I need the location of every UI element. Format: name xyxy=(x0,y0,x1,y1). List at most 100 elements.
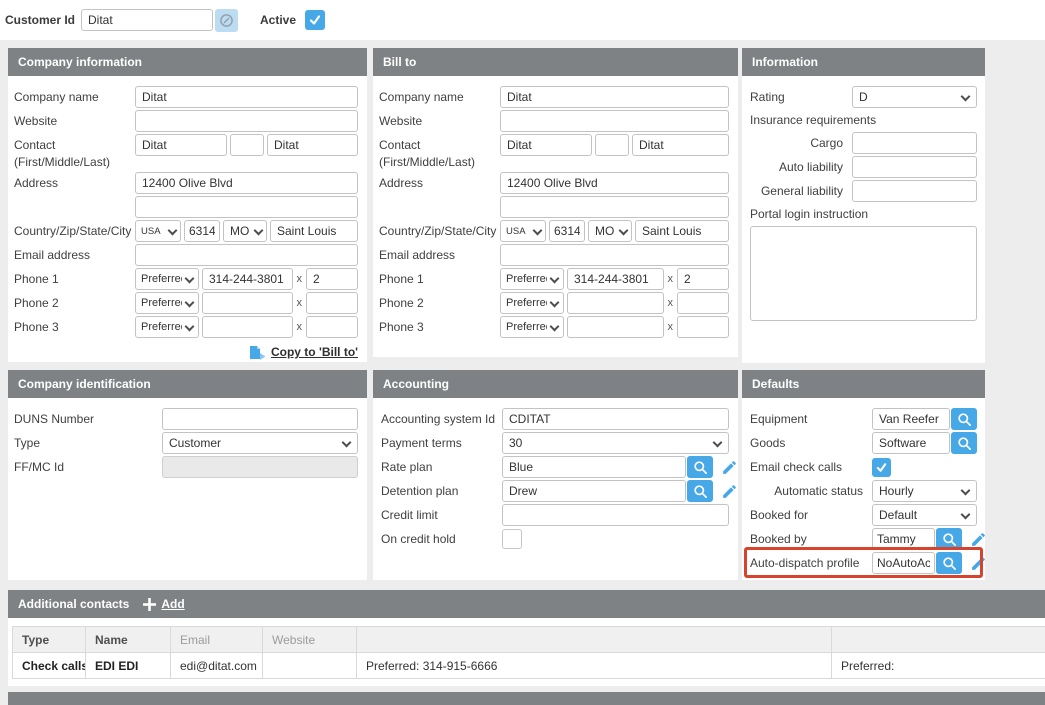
phone3-input[interactable] xyxy=(202,316,293,338)
phone2-input[interactable] xyxy=(202,292,293,314)
website-input[interactable] xyxy=(135,110,358,132)
billto-phone1-type-select[interactable]: Preferred xyxy=(500,268,564,290)
edit-pencil-icon[interactable] xyxy=(970,555,987,572)
billto-state-select[interactable]: MO xyxy=(588,220,632,242)
col-phone[interactable] xyxy=(357,627,832,653)
phone3-ext-input[interactable] xyxy=(306,316,358,338)
contact-row[interactable]: Check calls EDI EDI edi@ditat.com Prefer… xyxy=(13,653,1045,679)
billto-phone2-ext-input[interactable] xyxy=(677,292,729,314)
auto-liability-input[interactable] xyxy=(852,156,977,178)
accounting-system-id-input[interactable] xyxy=(502,408,729,430)
billto-email-row: Email address xyxy=(379,244,729,266)
customer-id-action-button[interactable] xyxy=(215,9,238,32)
goods-input[interactable] xyxy=(872,432,950,454)
phone2-type-select[interactable]: Preferred xyxy=(135,292,199,314)
billto-phone3-ext-input[interactable] xyxy=(677,316,729,338)
payment-terms-select[interactable]: 30 xyxy=(502,432,729,454)
goods-search-button[interactable] xyxy=(951,432,977,454)
type-select[interactable]: Customer xyxy=(162,432,358,454)
phone3-type-select[interactable]: Preferred xyxy=(135,316,199,338)
address1-row: Address xyxy=(14,172,358,194)
topbar: Customer Id Active xyxy=(0,0,1045,40)
rate-plan-search-button[interactable] xyxy=(687,456,713,478)
billto-company-name-input[interactable] xyxy=(500,86,729,108)
edit-pencil-icon[interactable] xyxy=(721,483,738,500)
billto-phone1-ext-input[interactable] xyxy=(677,268,729,290)
phone2-ext-input[interactable] xyxy=(306,292,358,314)
active-checkbox[interactable] xyxy=(305,10,325,30)
auto-dispatch-input[interactable] xyxy=(872,552,935,574)
add-plus-icon[interactable] xyxy=(142,597,157,612)
auto-dispatch-search-button[interactable] xyxy=(936,552,962,574)
booked-by-input[interactable] xyxy=(872,528,935,550)
billto-phone2-type-select[interactable]: Preferred xyxy=(500,292,564,314)
billto-phone1-input[interactable] xyxy=(567,268,664,290)
billto-city-input[interactable] xyxy=(635,220,729,242)
detention-plan-input[interactable] xyxy=(502,480,686,502)
customer-id-label: Customer Id xyxy=(5,13,75,27)
email-input[interactable] xyxy=(135,244,358,266)
customer-id-input[interactable] xyxy=(81,9,213,31)
cargo-input[interactable] xyxy=(852,132,977,154)
equipment-input[interactable] xyxy=(872,408,950,430)
phone1-type-select[interactable]: Preferred xyxy=(135,268,199,290)
zip-input[interactable] xyxy=(184,220,220,242)
billto-contact-first-input[interactable] xyxy=(500,134,592,156)
email-row: Email address xyxy=(14,244,358,266)
billto-country-row: Country/Zip/State/City USA MO xyxy=(379,220,729,242)
email-check-calls-checkbox[interactable] xyxy=(872,458,891,477)
billto-phone3-type-select[interactable]: Preferred xyxy=(500,316,564,338)
phone1-input[interactable] xyxy=(202,268,293,290)
on-credit-hold-checkbox[interactable] xyxy=(502,529,522,549)
billto-email-input[interactable] xyxy=(500,244,729,266)
booked-for-select[interactable]: Default xyxy=(872,504,977,526)
contact-first-input[interactable] xyxy=(135,134,227,156)
chevron-down-icon xyxy=(254,226,264,236)
contact-middle-input[interactable] xyxy=(230,134,264,156)
address1-input[interactable] xyxy=(135,172,358,194)
website-row: Website xyxy=(14,110,358,132)
billto-country-select[interactable]: USA xyxy=(500,220,546,242)
address2-input[interactable] xyxy=(135,196,358,218)
billto-website-input[interactable] xyxy=(500,110,729,132)
portal-login-textarea[interactable] xyxy=(750,226,977,321)
equipment-search-button[interactable] xyxy=(951,408,977,430)
billto-contact-middle-input[interactable] xyxy=(595,134,629,156)
on-credit-hold-row: On credit hold xyxy=(381,528,729,550)
contact-last-input[interactable] xyxy=(267,134,358,156)
phone1-ext-input[interactable] xyxy=(306,268,358,290)
credit-limit-input[interactable] xyxy=(502,504,729,526)
col-name[interactable]: Name xyxy=(86,627,171,653)
general-liability-input[interactable] xyxy=(852,180,977,202)
rate-plan-input[interactable] xyxy=(502,456,686,478)
automatic-status-select[interactable]: Hourly xyxy=(872,480,977,502)
col-type[interactable]: Type xyxy=(13,627,86,653)
billto-address1-input[interactable] xyxy=(500,172,729,194)
duns-input[interactable] xyxy=(162,408,358,430)
billto-phone3-input[interactable] xyxy=(567,316,664,338)
col-extra[interactable] xyxy=(832,627,1045,653)
billto-zip-input[interactable] xyxy=(549,220,585,242)
edit-pencil-icon[interactable] xyxy=(970,531,987,548)
col-website[interactable]: Website xyxy=(263,627,357,653)
country-select[interactable]: USA xyxy=(135,220,181,242)
billto-address2-input[interactable] xyxy=(500,196,729,218)
search-icon xyxy=(957,412,972,427)
state-select[interactable]: MO xyxy=(223,220,267,242)
booked-by-search-button[interactable] xyxy=(936,528,962,550)
credit-limit-label: Credit limit xyxy=(381,504,502,526)
general-liability-label: General liability xyxy=(750,180,852,202)
add-contact-link[interactable]: Add xyxy=(161,597,184,611)
billto-contact-last-input[interactable] xyxy=(632,134,729,156)
detention-plan-search-button[interactable] xyxy=(687,480,713,502)
city-input[interactable] xyxy=(270,220,358,242)
rating-select[interactable]: D xyxy=(852,86,977,108)
col-email[interactable]: Email xyxy=(171,627,263,653)
edit-pencil-icon[interactable] xyxy=(721,459,738,476)
credit-limit-row: Credit limit xyxy=(381,504,729,526)
billto-company-name-row: Company name xyxy=(379,86,729,108)
panel-information: Information Rating D Insurance requireme… xyxy=(742,48,985,363)
company-name-input[interactable] xyxy=(135,86,358,108)
copy-to-billto-link[interactable]: Copy to 'Bill to' xyxy=(271,345,358,359)
billto-phone2-input[interactable] xyxy=(567,292,664,314)
